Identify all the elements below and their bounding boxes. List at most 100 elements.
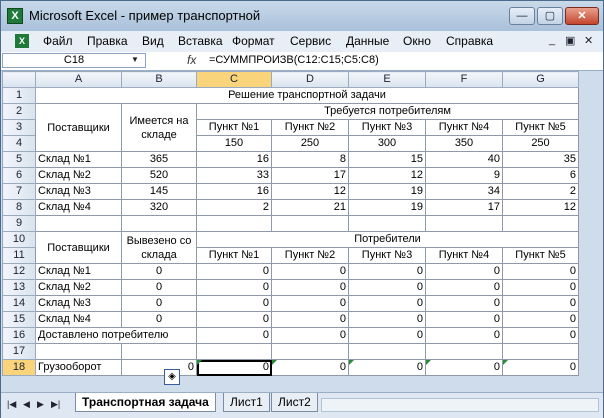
value-cell[interactable]: 0	[271, 295, 349, 312]
empty-cell[interactable]	[271, 215, 349, 232]
point-header[interactable]: Пункт №4	[425, 247, 503, 264]
formula-input[interactable]: =СУММПРОИЗВ(C12:C15;C5:C8)	[209, 54, 379, 66]
turnover-cell[interactable]: 0	[425, 359, 503, 376]
row-header[interactable]: 14	[2, 295, 36, 312]
value-cell[interactable]: 0	[196, 263, 272, 280]
cost-cell[interactable]: 12	[271, 183, 349, 200]
warehouse-name[interactable]: Склад №2	[35, 167, 122, 184]
name-box[interactable]: C18	[2, 53, 146, 68]
row-header[interactable]: 2	[2, 103, 36, 120]
minimize-button[interactable]: —	[509, 7, 535, 25]
point-header[interactable]: Пункт №4	[425, 119, 503, 136]
delivered-label[interactable]: Доставлено потребителю	[35, 327, 197, 344]
value-cell[interactable]: 0	[348, 263, 426, 280]
row-header[interactable]: 6	[2, 167, 36, 184]
menu-help[interactable]: Справка	[446, 34, 493, 48]
row-header[interactable]: 8	[2, 199, 36, 216]
empty-cell[interactable]	[348, 343, 426, 360]
delivered-cell[interactable]: 0	[502, 327, 579, 344]
cost-cell[interactable]: 34	[425, 183, 503, 200]
empty-cell[interactable]	[271, 343, 349, 360]
cost-cell[interactable]: 12	[348, 167, 426, 184]
stock-cell[interactable]: 520	[121, 167, 197, 184]
row-header[interactable]: 12	[2, 263, 36, 280]
menu-data[interactable]: Данные	[346, 34, 389, 48]
value-cell[interactable]: 0	[502, 311, 579, 328]
row-header[interactable]: 15	[2, 311, 36, 328]
column-header-f[interactable]: F	[425, 71, 503, 88]
cost-cell[interactable]: 16	[196, 183, 272, 200]
shipped-cell[interactable]: 0	[121, 311, 197, 328]
value-cell[interactable]: 0	[502, 263, 579, 280]
warehouse-name[interactable]: Склад №1	[35, 151, 122, 168]
value-cell[interactable]: 0	[348, 311, 426, 328]
delivered-cell[interactable]: 0	[196, 327, 272, 344]
value-cell[interactable]: 0	[348, 295, 426, 312]
prev-sheet-icon[interactable]: ◀	[23, 399, 30, 410]
point-header[interactable]: Пункт №3	[348, 247, 426, 264]
warehouse-name[interactable]: Склад №2	[35, 279, 122, 296]
consumers-header[interactable]: Потребители	[196, 231, 579, 248]
row-header[interactable]: 13	[2, 279, 36, 296]
demand-cell[interactable]: 150	[196, 135, 272, 152]
function-icon[interactable]: fx	[187, 53, 196, 67]
value-cell[interactable]: 0	[348, 279, 426, 296]
empty-cell[interactable]	[425, 343, 503, 360]
column-header-c[interactable]: C	[196, 71, 272, 88]
empty-cell[interactable]	[348, 215, 426, 232]
column-header-d[interactable]: D	[271, 71, 349, 88]
warehouse-name[interactable]: Склад №4	[35, 311, 122, 328]
tab-transport-task[interactable]: Транспортная задача	[75, 393, 216, 412]
suppliers-header[interactable]: Поставщики	[35, 103, 122, 152]
turnover-cell[interactable]: 0	[348, 359, 426, 376]
menu-insert[interactable]: Вставка	[178, 34, 223, 48]
cost-cell[interactable]: 2	[502, 183, 579, 200]
shipped-cell[interactable]: 0	[121, 263, 197, 280]
value-cell[interactable]: 0	[425, 311, 503, 328]
stock-cell[interactable]: 145	[121, 183, 197, 200]
doc-restore-icon[interactable]: ▣	[565, 34, 575, 47]
row-header[interactable]: 4	[2, 135, 36, 152]
empty-cell[interactable]	[502, 215, 579, 232]
cost-cell[interactable]: 9	[425, 167, 503, 184]
turnover-cell[interactable]: 0	[502, 359, 579, 376]
next-sheet-icon[interactable]: ▶	[37, 399, 44, 410]
cost-cell[interactable]: 40	[425, 151, 503, 168]
point-header[interactable]: Пункт №1	[196, 247, 272, 264]
row-header[interactable]: 16	[2, 327, 36, 344]
menu-edit[interactable]: Правка	[87, 34, 128, 48]
value-cell[interactable]: 0	[196, 279, 272, 296]
value-cell[interactable]: 0	[271, 311, 349, 328]
menu-service[interactable]: Сервис	[290, 34, 331, 48]
empty-cell[interactable]	[121, 343, 197, 360]
suppliers-header-2[interactable]: Поставщики	[35, 231, 122, 264]
maximize-button[interactable]: ▢	[537, 7, 563, 25]
required-header[interactable]: Требуется потребителям	[196, 103, 579, 120]
value-cell[interactable]: 0	[196, 295, 272, 312]
stock-cell[interactable]: 365	[121, 151, 197, 168]
value-cell[interactable]: 0	[425, 263, 503, 280]
selected-cell-c18[interactable]: 0	[196, 359, 272, 376]
delivered-cell[interactable]: 0	[271, 327, 349, 344]
menu-file[interactable]: Файл	[43, 34, 73, 48]
workbook-icon[interactable]: X	[15, 34, 29, 48]
empty-cell[interactable]	[121, 215, 197, 232]
cost-cell[interactable]: 19	[348, 183, 426, 200]
turnover-cell[interactable]: 0	[271, 359, 349, 376]
doc-close-icon[interactable]: ✕	[584, 34, 593, 47]
value-cell[interactable]: 0	[271, 263, 349, 280]
column-header-b[interactable]: B	[121, 71, 197, 88]
shipped-cell[interactable]: 0	[121, 295, 197, 312]
demand-cell[interactable]: 300	[348, 135, 426, 152]
horizontal-scrollbar[interactable]	[321, 398, 599, 412]
demand-cell[interactable]: 250	[271, 135, 349, 152]
shipped-header[interactable]: Вывезено со склада	[121, 231, 197, 264]
empty-cell[interactable]	[425, 215, 503, 232]
demand-cell[interactable]: 350	[425, 135, 503, 152]
cost-cell[interactable]: 35	[502, 151, 579, 168]
warehouse-name[interactable]: Склад №3	[35, 295, 122, 312]
shipped-cell[interactable]: 0	[121, 279, 197, 296]
column-header-e[interactable]: E	[348, 71, 426, 88]
empty-cell[interactable]	[35, 343, 122, 360]
column-header-g[interactable]: G	[502, 71, 579, 88]
